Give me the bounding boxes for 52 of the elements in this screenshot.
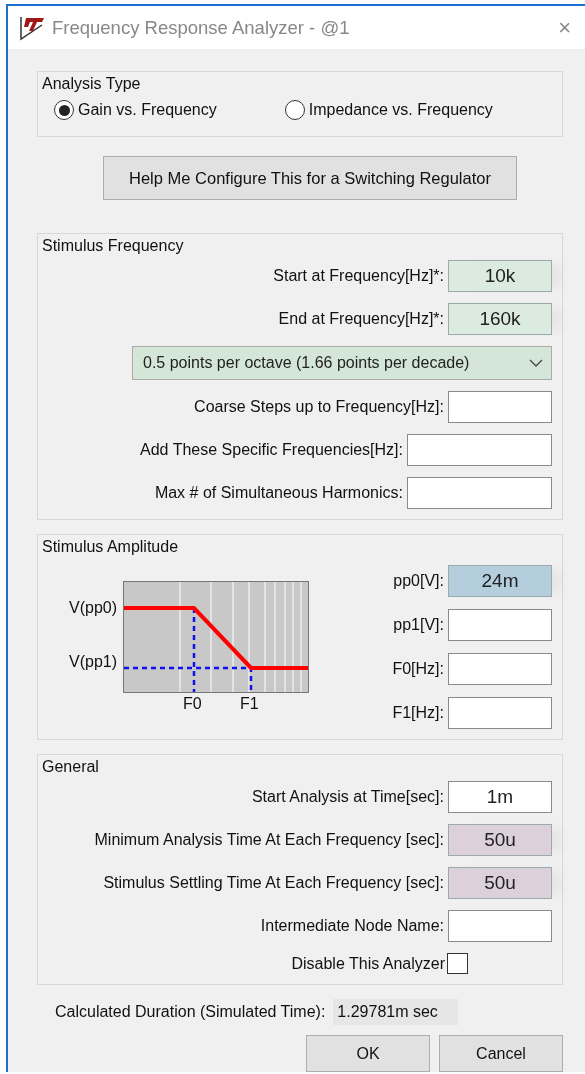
duration-label: Calculated Duration (Simulated Time): [55,1003,326,1021]
group-title: Stimulus Frequency [42,236,184,256]
group-title: Stimulus Amplitude [42,537,179,557]
input-field[interactable] [448,910,552,942]
field-label: Start Analysis at Time[sec]: [251,788,444,806]
dropdown[interactable]: 0.5 points per octave (1.66 points per decade) [132,346,552,380]
radio-option[interactable]: Impedance vs. Frequency [284,100,493,120]
input-field[interactable]: 24m [448,565,552,597]
input-field[interactable]: 10k [448,260,552,292]
axis-label: V(pp1) [69,653,118,671]
input-field[interactable] [407,477,552,509]
checkbox[interactable] [447,953,468,974]
input-field[interactable] [448,697,552,729]
input-field[interactable]: 50u [448,867,552,899]
field-label: Stimulus Settling Time At Each Frequency [sec]: [103,874,444,892]
field-label: pp0[V]: [393,572,444,590]
window-title: Frequency Response Analyzer - @1 [52,16,351,39]
close-button[interactable]: × [558,14,571,41]
axis-label: F0 [183,695,202,713]
radio-icon[interactable] [284,100,305,120]
radio-label: Gain vs. Frequency [78,101,217,119]
cancel-button[interactable]: Cancel [439,1035,563,1072]
axis-label: V(pp0) [69,599,118,617]
checkbox-label: Disable This Analyzer [291,954,445,973]
axis-label: F1 [240,695,259,713]
field-label: pp1[V]: [393,616,444,634]
input-field[interactable] [448,609,552,641]
duration-value: 1.29781m sec [333,999,458,1025]
radio-icon[interactable] [54,100,74,120]
field-label: End at Frequency[Hz]*: [278,310,444,328]
ok-button[interactable]: OK [306,1035,430,1072]
input-field[interactable] [407,434,552,466]
field-label: F1[Hz]: [392,704,444,722]
input-field[interactable]: 1m [448,781,552,813]
field-label: Intermediate Node Name: [260,917,444,935]
field-label: Coarse Steps up to Frequency[Hz]: [194,398,444,416]
field-label: Add These Specific Frequencies[Hz]: [140,441,403,459]
app-logo-icon [18,14,46,41]
field-label: Start at Frequency[Hz]*: [273,267,444,285]
radio-label: Impedance vs. Frequency [308,101,493,119]
field-label: Minimum Analysis Time At Each Frequency [sec]: [94,831,444,849]
chevron-down-icon [529,359,543,367]
field-label: Max # of Simultaneous Harmonics: [154,484,403,502]
field-label: F0[Hz]: [392,660,444,678]
input-field[interactable] [448,653,552,685]
group-title: Analysis Type [42,74,141,94]
input-field[interactable] [448,391,552,423]
input-field[interactable]: 50u [448,824,552,856]
radio-option[interactable]: Gain vs. Frequency [54,100,217,120]
help-button[interactable]: Help Me Configure This for a Switching Regulator [103,156,517,200]
input-field[interactable]: 160k [448,303,552,335]
group-title: General [42,757,99,777]
